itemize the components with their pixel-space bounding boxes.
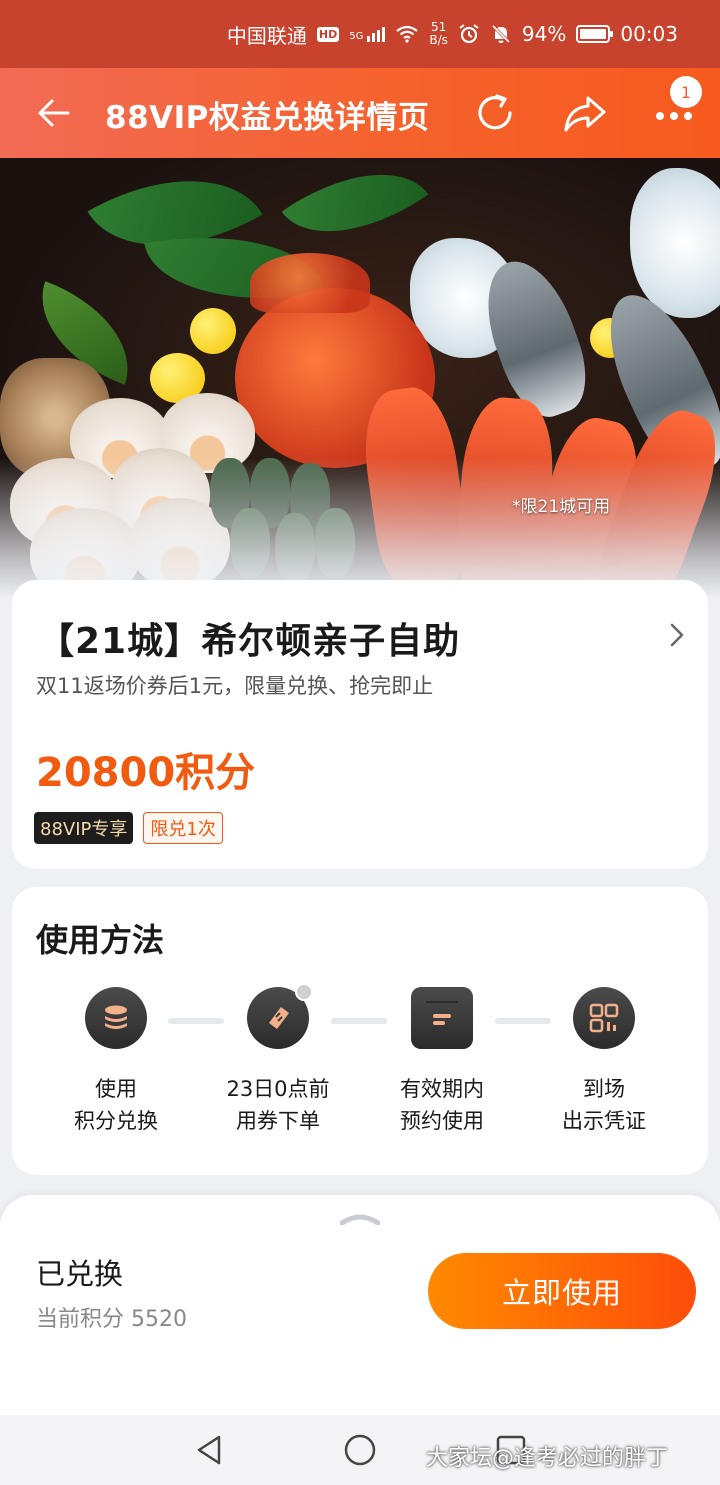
limit-tag: 限兑1次 — [143, 812, 223, 844]
home-circle-icon[interactable] — [343, 1433, 377, 1467]
usage-step-2-line1: 23日0点前 — [226, 1077, 330, 1101]
arrow-left-icon[interactable] — [34, 93, 74, 133]
back-triangle-icon[interactable] — [193, 1433, 227, 1467]
network-type: 5G — [349, 30, 364, 42]
notification-badge: 1 — [670, 76, 702, 108]
usage-heading: 使用方法 — [36, 921, 165, 959]
signal-icon: 5G — [349, 26, 386, 42]
product-tags: 88VIP专享 限兑1次 — [34, 812, 223, 844]
mute-icon — [491, 24, 510, 44]
availability-note: *限21城可用 — [512, 497, 611, 517]
redeem-status: 已兑换 — [36, 1257, 124, 1291]
usage-step-3-line2: 预约使用 — [400, 1109, 484, 1133]
usage-card: 使用方法 使用 积分兑换 23日0点前 用券下单 有效期内 预约使用 到场 出示… — [12, 887, 708, 1175]
app-header: 88VIP权益兑换详情页 1 — [0, 68, 720, 158]
product-price: 20800积分 — [36, 750, 256, 796]
usage-step-1: 使用 积分兑换 — [36, 987, 196, 1137]
ticket-icon — [247, 983, 313, 1049]
usage-step-1-line2: 积分兑换 — [74, 1109, 158, 1133]
hd-badge: HD — [316, 26, 340, 42]
bottom-sheet: 已兑换 当前积分 5520 立即使用 — [0, 1195, 720, 1415]
usage-step-3: 有效期内 预约使用 — [362, 987, 522, 1137]
usage-step-1-line1: 使用 — [95, 1077, 137, 1101]
carrier-label: 中国联通 — [226, 23, 307, 48]
product-card[interactable]: 【21城】希尔顿亲子自助 双11返场价券后1元，限量兑换、抢完即止 20800积… — [12, 580, 708, 869]
product-name: 【21城】希尔顿亲子自助 — [38, 621, 461, 662]
qrcode-icon — [573, 987, 635, 1049]
coins-icon — [85, 987, 147, 1049]
usage-step-4-line1: 到场 — [583, 1077, 625, 1101]
battery-icon — [576, 25, 614, 43]
share-icon[interactable] — [560, 90, 610, 136]
refresh-icon[interactable] — [472, 90, 518, 136]
wifi-icon — [396, 25, 419, 43]
page-title: 88VIP权益兑换详情页 — [105, 100, 430, 136]
hero-image: *限21城可用 — [0, 158, 720, 598]
usage-step-2: 23日0点前 用券下单 — [198, 983, 358, 1137]
current-points: 当前积分 5520 — [36, 1307, 187, 1332]
usage-step-2-line2: 用券下单 — [236, 1109, 320, 1133]
product-subtitle: 双11返场价券后1元，限量兑换、抢完即止 — [36, 674, 434, 698]
network-speed: 51 B/s — [429, 21, 448, 47]
battery-percent: 94% — [521, 22, 567, 46]
chevron-right-icon[interactable] — [666, 622, 688, 648]
alarm-icon — [459, 24, 479, 44]
vip-tag: 88VIP专享 — [34, 812, 134, 844]
status-bar: 中国联通 HD 5G 51 B/s 94% 00:03 — [0, 0, 720, 68]
use-now-button[interactable]: 立即使用 — [428, 1253, 696, 1329]
watermark: 大家坛@逢考必过的胖丁 — [426, 1446, 669, 1471]
usage-step-4-line2: 出示凭证 — [562, 1109, 646, 1133]
speed-unit: B/s — [429, 33, 448, 47]
usage-step-3-line1: 有效期内 — [400, 1077, 484, 1101]
usage-step-4: 到场 出示凭证 — [524, 987, 684, 1137]
clock: 00:03 — [620, 22, 678, 46]
calendar-icon — [411, 987, 473, 1049]
chevron-up-icon[interactable] — [340, 1211, 380, 1225]
